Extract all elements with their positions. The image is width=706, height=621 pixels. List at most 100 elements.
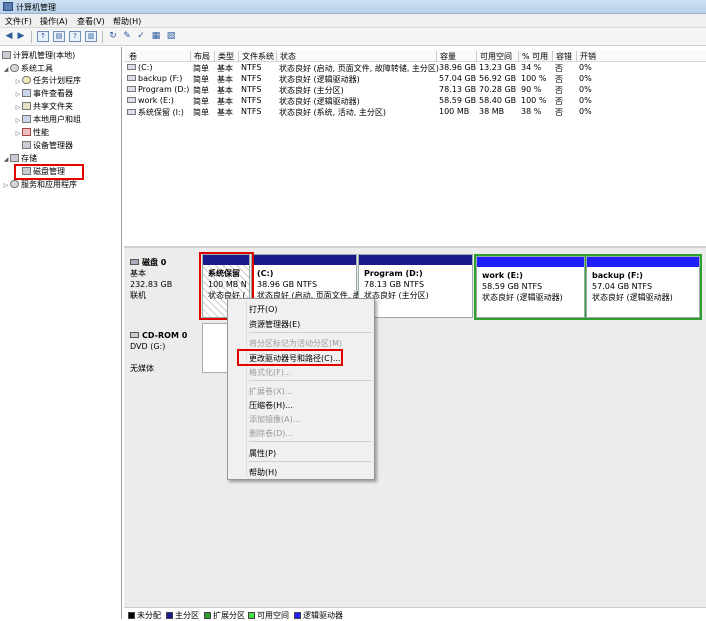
tree-event-viewer[interactable]: ▷ 事件查看器 bbox=[14, 88, 73, 100]
cdrom-drive: DVD (G:) bbox=[130, 342, 166, 351]
tree-device-manager[interactable]: 设备管理器 bbox=[22, 140, 73, 152]
volume-ft: 否 bbox=[555, 108, 563, 117]
partition-f[interactable]: backup (F:) 57.04 GB NTFS 状态良好 (逻辑驱动器) bbox=[586, 256, 700, 318]
tree-root[interactable]: 计算机管理(本地) bbox=[2, 50, 75, 62]
col-status[interactable]: 状态 bbox=[276, 51, 436, 62]
tree-local-users[interactable]: ▷ 本地用户和组 bbox=[14, 114, 81, 126]
volume-pct: 34 % bbox=[521, 63, 542, 72]
volume-layout: 简单 bbox=[193, 108, 209, 117]
menu-explore[interactable]: 资源管理器(E) bbox=[249, 319, 300, 330]
legend-item: 逻辑驱动器 bbox=[294, 610, 343, 621]
expand-icon[interactable]: ▷ bbox=[14, 76, 22, 88]
show-tree-icon[interactable]: ▤ bbox=[53, 31, 65, 42]
tree-system-tools-label: 系统工具 bbox=[21, 64, 53, 73]
volume-overhead: 0% bbox=[579, 107, 592, 116]
forward-icon[interactable]: ▶ bbox=[15, 31, 27, 42]
table-row[interactable]: 系统保留 (I:) 简单 基本 NTFS 状态良好 (系统, 活动, 主分区) … bbox=[124, 107, 706, 118]
menu-mark-active[interactable]: 将分区标记为活动分区(M) bbox=[249, 338, 342, 349]
volume-overhead: 0% bbox=[579, 63, 592, 72]
computer-icon bbox=[2, 51, 11, 59]
tree-task-scheduler-label: 任务计划程序 bbox=[33, 76, 81, 85]
volume-status: 状态良好 (逻辑驱动器) bbox=[279, 75, 360, 84]
rescan-icon[interactable]: ✎ bbox=[121, 31, 133, 42]
cdrom-name: CD-ROM 0 bbox=[142, 331, 188, 340]
back-icon[interactable]: ◀ bbox=[3, 31, 15, 42]
volume-ft: 否 bbox=[555, 75, 563, 84]
col-volume[interactable]: 卷 bbox=[126, 51, 190, 62]
table-row[interactable]: work (E:) 简单 基本 NTFS 状态良好 (逻辑驱动器) 58.59 … bbox=[124, 96, 706, 107]
col-capacity[interactable]: 容量 bbox=[436, 51, 476, 62]
table-row[interactable]: Program (D:) 简单 基本 NTFS 状态良好 (主分区) 78.13… bbox=[124, 85, 706, 96]
tree-shared-folders-label: 共享文件夹 bbox=[33, 102, 73, 111]
settings-icon[interactable]: ▦ bbox=[150, 31, 162, 42]
highlight-change-drive-letter bbox=[237, 349, 343, 366]
up-folder-icon[interactable]: ↑ bbox=[37, 31, 49, 42]
menu-properties[interactable]: 属性(P) bbox=[249, 448, 276, 459]
volume-free: 56.92 GB bbox=[479, 74, 517, 83]
view-icon[interactable]: ▧ bbox=[165, 31, 177, 42]
expand-icon[interactable]: ▷ bbox=[14, 128, 22, 140]
partition-title: Program (D:) bbox=[364, 269, 423, 278]
logical-bar bbox=[477, 257, 584, 267]
col-fault-tolerance[interactable]: 容错 bbox=[552, 51, 576, 62]
menu-open[interactable]: 打开(O) bbox=[249, 304, 278, 315]
expand-icon[interactable]: ▷ bbox=[14, 89, 22, 101]
volume-type: 基本 bbox=[217, 75, 233, 84]
col-type[interactable]: 类型 bbox=[214, 51, 238, 62]
volume-icon bbox=[127, 97, 136, 103]
volume-icon bbox=[127, 75, 136, 81]
expand-icon[interactable]: ▷ bbox=[2, 180, 10, 192]
col-filesystem[interactable]: 文件系统 bbox=[238, 51, 276, 62]
help-icon[interactable]: ? bbox=[69, 31, 81, 42]
volume-fs: NTFS bbox=[241, 85, 262, 94]
menu-action[interactable]: 操作(A) bbox=[40, 16, 68, 27]
partition-d[interactable]: Program (D:) 78.13 GB NTFS 状态良好 (主分区) bbox=[358, 254, 473, 318]
menu-help-item[interactable]: 帮助(H) bbox=[249, 467, 277, 478]
menu-delete[interactable]: 删除卷(D)... bbox=[249, 428, 293, 439]
menu-help[interactable]: 帮助(H) bbox=[113, 16, 141, 27]
menu-file[interactable]: 文件(F) bbox=[5, 16, 32, 27]
tree-root-label: 计算机管理(本地) bbox=[13, 51, 76, 60]
tree-system-tools[interactable]: ◢ 系统工具 bbox=[2, 63, 53, 75]
volume-capacity: 57.04 GB bbox=[439, 74, 477, 83]
event-viewer-icon bbox=[22, 89, 31, 97]
volume-list-header: 卷 布局 类型 文件系统 状态 容量 可用空间 % 可用 容错 开销 bbox=[124, 50, 706, 62]
col-free[interactable]: 可用空间 bbox=[476, 51, 518, 62]
menu-extend[interactable]: 扩展卷(X)... bbox=[249, 386, 292, 397]
menu-view[interactable]: 查看(V) bbox=[77, 16, 105, 27]
volume-name: 系统保留 (I:) bbox=[127, 107, 184, 118]
volume-pct: 100 % bbox=[521, 74, 547, 83]
properties-icon[interactable]: ▥ bbox=[85, 31, 97, 42]
tree-task-scheduler[interactable]: ▷ 任务计划程序 bbox=[14, 75, 81, 87]
col-overhead[interactable]: 开销 bbox=[576, 51, 606, 62]
refresh-icon[interactable]: ↻ bbox=[107, 31, 119, 42]
check-icon[interactable]: ✓ bbox=[135, 31, 147, 42]
tree-services[interactable]: ▷ 服务和应用程序 bbox=[2, 179, 77, 191]
partition-e[interactable]: work (E:) 58.59 GB NTFS 状态良好 (逻辑驱动器) bbox=[476, 256, 585, 318]
services-icon bbox=[10, 180, 19, 188]
volume-type: 基本 bbox=[217, 64, 233, 73]
volume-fs: NTFS bbox=[241, 96, 262, 105]
toolbar-separator bbox=[31, 31, 32, 43]
col-percent-free[interactable]: % 可用 bbox=[518, 51, 552, 62]
collapse-icon[interactable]: ◢ bbox=[2, 154, 10, 166]
legend-swatch bbox=[166, 612, 173, 619]
cdrom-icon bbox=[130, 332, 139, 338]
col-layout[interactable]: 布局 bbox=[190, 51, 214, 62]
menu-format[interactable]: 格式化(F)... bbox=[249, 367, 291, 378]
legend-item: 未分配 bbox=[128, 610, 161, 621]
tree-performance[interactable]: ▷ 性能 bbox=[14, 127, 49, 139]
tree-shared-folders[interactable]: ▷ 共享文件夹 bbox=[14, 101, 73, 113]
collapse-icon[interactable]: ◢ bbox=[2, 64, 10, 76]
menu-add-mirror[interactable]: 添加镜像(A)... bbox=[249, 414, 300, 425]
menu-separator bbox=[249, 441, 371, 442]
expand-icon[interactable]: ▷ bbox=[14, 102, 22, 114]
volume-layout: 简单 bbox=[193, 86, 209, 95]
menu-bar: 文件(F) 操作(A) 查看(V) 帮助(H) bbox=[0, 14, 706, 28]
cdrom-label: CD-ROM 0 DVD (G:) 无媒体 bbox=[130, 330, 187, 374]
menu-shrink[interactable]: 压缩卷(H)... bbox=[249, 400, 293, 411]
volume-fs: NTFS bbox=[241, 63, 262, 72]
table-row[interactable]: (C:) 简单 基本 NTFS 状态良好 (启动, 页面文件, 故障转储, 主分… bbox=[124, 63, 706, 74]
expand-icon[interactable]: ▷ bbox=[14, 115, 22, 127]
table-row[interactable]: backup (F:) 简单 基本 NTFS 状态良好 (逻辑驱动器) 57.0… bbox=[124, 74, 706, 85]
